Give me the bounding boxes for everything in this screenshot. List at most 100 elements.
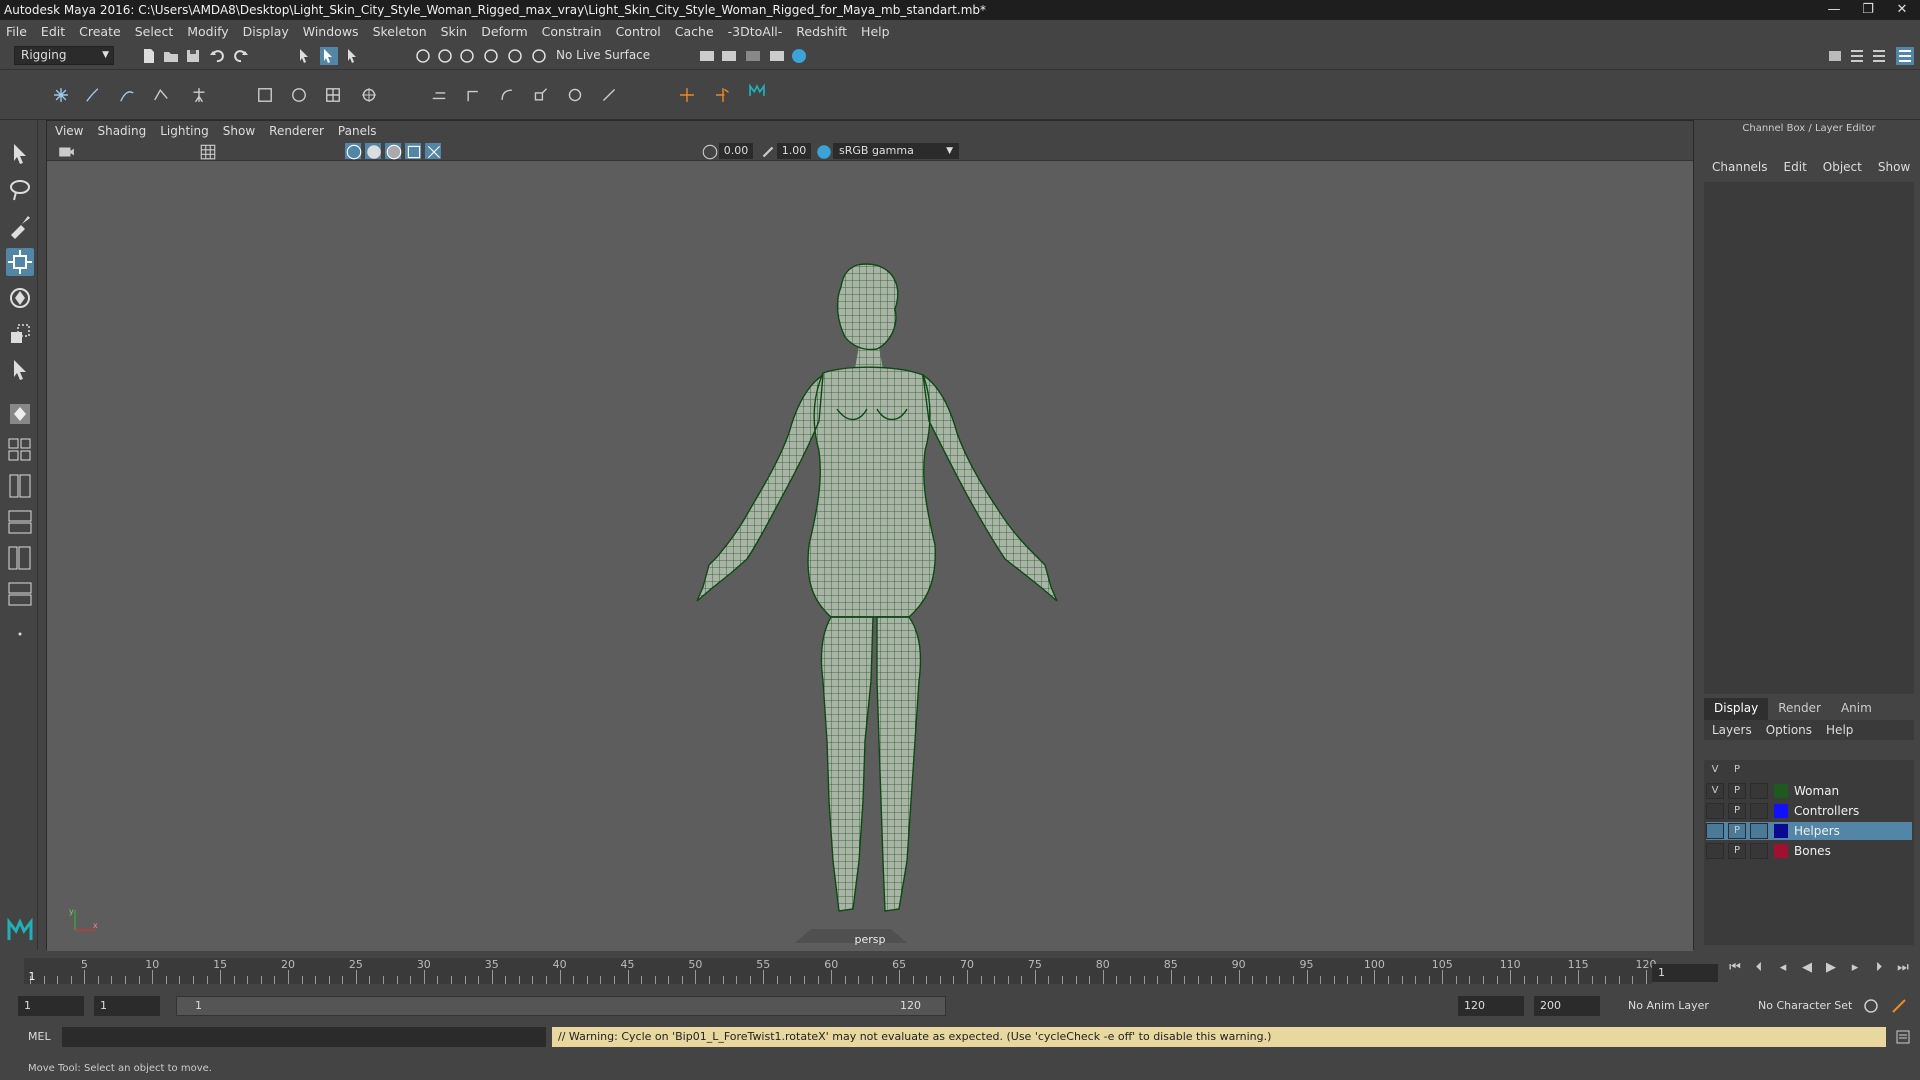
current-time-marker[interactable]: 1 <box>29 970 36 983</box>
lights-icon[interactable] <box>425 143 441 159</box>
humanik-icon[interactable] <box>190 86 216 112</box>
mel-input[interactable] <box>62 1027 546 1047</box>
tab-anim[interactable]: Anim <box>1831 698 1882 720</box>
layer-row-controllers[interactable]: P Controllers <box>1706 802 1912 820</box>
snap-grid-icon[interactable] <box>414 47 432 65</box>
panel-menu-shading[interactable]: Shading <box>97 124 146 138</box>
layer-menu-layers[interactable]: Layers <box>1712 723 1752 737</box>
layer-playback-toggle[interactable]: P <box>1728 843 1746 859</box>
save-scene-icon[interactable] <box>184 47 202 65</box>
paint-weights-icon[interactable] <box>290 86 316 112</box>
select-hierarchy-icon[interactable] <box>296 47 314 65</box>
layer-playback-toggle[interactable]: P <box>1728 783 1746 799</box>
layer-type-toggle[interactable] <box>1750 843 1768 859</box>
animation-end-field[interactable]: 200 <box>1534 996 1600 1016</box>
script-editor-icon[interactable] <box>1894 1028 1912 1046</box>
layer-row-bones[interactable]: P Bones <box>1706 842 1912 860</box>
connect-joint-icon[interactable] <box>714 86 740 112</box>
playback-start-field[interactable]: 1 <box>94 996 160 1016</box>
menu-select[interactable]: Select <box>135 24 174 39</box>
layer-color-swatch[interactable] <box>1774 844 1788 858</box>
live-surface-field[interactable]: No Live Surface <box>550 46 656 64</box>
snap-view-plane-icon[interactable] <box>482 47 500 65</box>
menu-create[interactable]: Create <box>79 24 121 39</box>
menu-modify[interactable]: Modify <box>187 24 228 39</box>
color-management-icon[interactable] <box>815 143 831 159</box>
anim-layer-dropdown[interactable]: No Anim Layer <box>1622 996 1742 1016</box>
layout-persp-outliner-icon[interactable] <box>6 544 34 572</box>
step-back-key-icon[interactable]: ⏴ <box>1750 960 1768 975</box>
play-backwards-icon[interactable]: ◀ <box>1798 960 1816 975</box>
playback-end-field[interactable]: 120 <box>1458 996 1524 1016</box>
layout-outliner-icon[interactable] <box>6 472 34 500</box>
layer-visibility-toggle[interactable] <box>1706 823 1724 839</box>
time-slider-track[interactable]: 5 10 15 20 25 30 35 40 45 50 55 60 65 70 75 80 85 90 95 100… <box>24 958 1657 984</box>
menuset-dropdown[interactable]: Rigging ▼ <box>14 46 114 65</box>
open-scene-icon[interactable] <box>162 47 180 65</box>
layer-visibility-toggle[interactable] <box>1706 843 1724 859</box>
view-transform-dropdown[interactable]: sRGB gamma ▼ <box>833 143 959 159</box>
move-tool-icon[interactable] <box>6 248 34 276</box>
animation-start-field[interactable]: 1 <box>18 996 84 1016</box>
tab-display[interactable]: Display <box>1704 698 1769 720</box>
menu-cache[interactable]: Cache <box>675 24 714 39</box>
character-wireframe-mesh[interactable] <box>47 161 1693 951</box>
gamma-field[interactable]: 1.00 <box>777 143 811 159</box>
cluster-icon[interactable] <box>360 86 386 112</box>
go-to-end-icon[interactable]: ⏭ <box>1894 960 1912 975</box>
cb-menu-edit[interactable]: Edit <box>1784 160 1807 180</box>
aim-constraint-icon[interactable] <box>464 86 490 112</box>
textured-icon[interactable] <box>405 143 421 159</box>
menu-edit[interactable]: Edit <box>41 24 65 39</box>
locator-icon[interactable] <box>678 86 704 112</box>
layer-menu-help[interactable]: Help <box>1826 723 1853 737</box>
rotate-tool-icon[interactable] <box>6 284 34 312</box>
render-frame-icon[interactable] <box>720 47 738 65</box>
channel-box-toggle-icon[interactable] <box>1896 47 1914 65</box>
layer-color-swatch[interactable] <box>1774 824 1788 838</box>
menu-help[interactable]: Help <box>861 24 890 39</box>
cb-menu-channels[interactable]: Channels <box>1712 160 1768 180</box>
render-view-icon[interactable] <box>698 47 716 65</box>
menu-windows[interactable]: Windows <box>303 24 359 39</box>
camera-icon[interactable] <box>57 143 74 159</box>
layer-visibility-toggle[interactable]: V <box>1706 783 1724 799</box>
auto-key-icon[interactable] <box>1862 997 1880 1015</box>
attribute-editor-icon[interactable] <box>1848 47 1866 65</box>
layer-row-woman[interactable]: V P Woman <box>1706 782 1912 800</box>
layout-single-icon[interactable] <box>6 400 34 428</box>
menu-skeleton[interactable]: Skeleton <box>373 24 427 39</box>
ik-handle-icon[interactable] <box>84 86 110 112</box>
scale-constraint-icon[interactable] <box>532 86 558 112</box>
menu-deform[interactable]: Deform <box>481 24 527 39</box>
scale-tool-icon[interactable] <box>6 320 34 348</box>
menu-skin[interactable]: Skin <box>441 24 468 39</box>
cb-menu-show[interactable]: Show <box>1878 160 1910 180</box>
minimize-button[interactable]: — <box>1822 0 1846 20</box>
orient-constraint-icon[interactable] <box>498 86 524 112</box>
3d-viewport[interactable]: y x persp <box>47 161 1693 951</box>
current-frame-field[interactable]: 1 <box>1652 964 1718 982</box>
menu-redshift[interactable]: Redshift <box>796 24 847 39</box>
layer-type-toggle[interactable] <box>1750 783 1768 799</box>
last-tool-icon[interactable] <box>6 356 34 384</box>
step-forward-frame-icon[interactable]: ▸ <box>1846 960 1864 975</box>
panel-menu-renderer[interactable]: Renderer <box>269 124 324 138</box>
make-live-icon[interactable] <box>506 47 524 65</box>
layer-type-toggle[interactable] <box>1750 803 1768 819</box>
layer-menu-options[interactable]: Options <box>1766 723 1812 737</box>
smooth-shade-icon[interactable] <box>365 143 381 159</box>
maya-logo-shelf-icon[interactable] <box>748 82 774 108</box>
range-slider-bar[interactable]: 1 120 <box>176 996 946 1016</box>
wireframe-on-shaded-icon[interactable] <box>385 143 402 160</box>
redo-icon[interactable] <box>232 47 250 65</box>
menu-file[interactable]: File <box>6 24 27 39</box>
layout-graph-icon[interactable] <box>6 508 34 536</box>
close-button[interactable]: ✕ <box>1890 0 1914 20</box>
select-tool-icon[interactable] <box>6 140 34 168</box>
pole-vector-icon[interactable] <box>600 86 626 112</box>
snap-curve-icon[interactable] <box>436 47 454 65</box>
select-object-icon[interactable] <box>320 47 338 65</box>
channel-box-area[interactable] <box>1704 182 1914 694</box>
gamma-icon[interactable] <box>759 143 775 159</box>
